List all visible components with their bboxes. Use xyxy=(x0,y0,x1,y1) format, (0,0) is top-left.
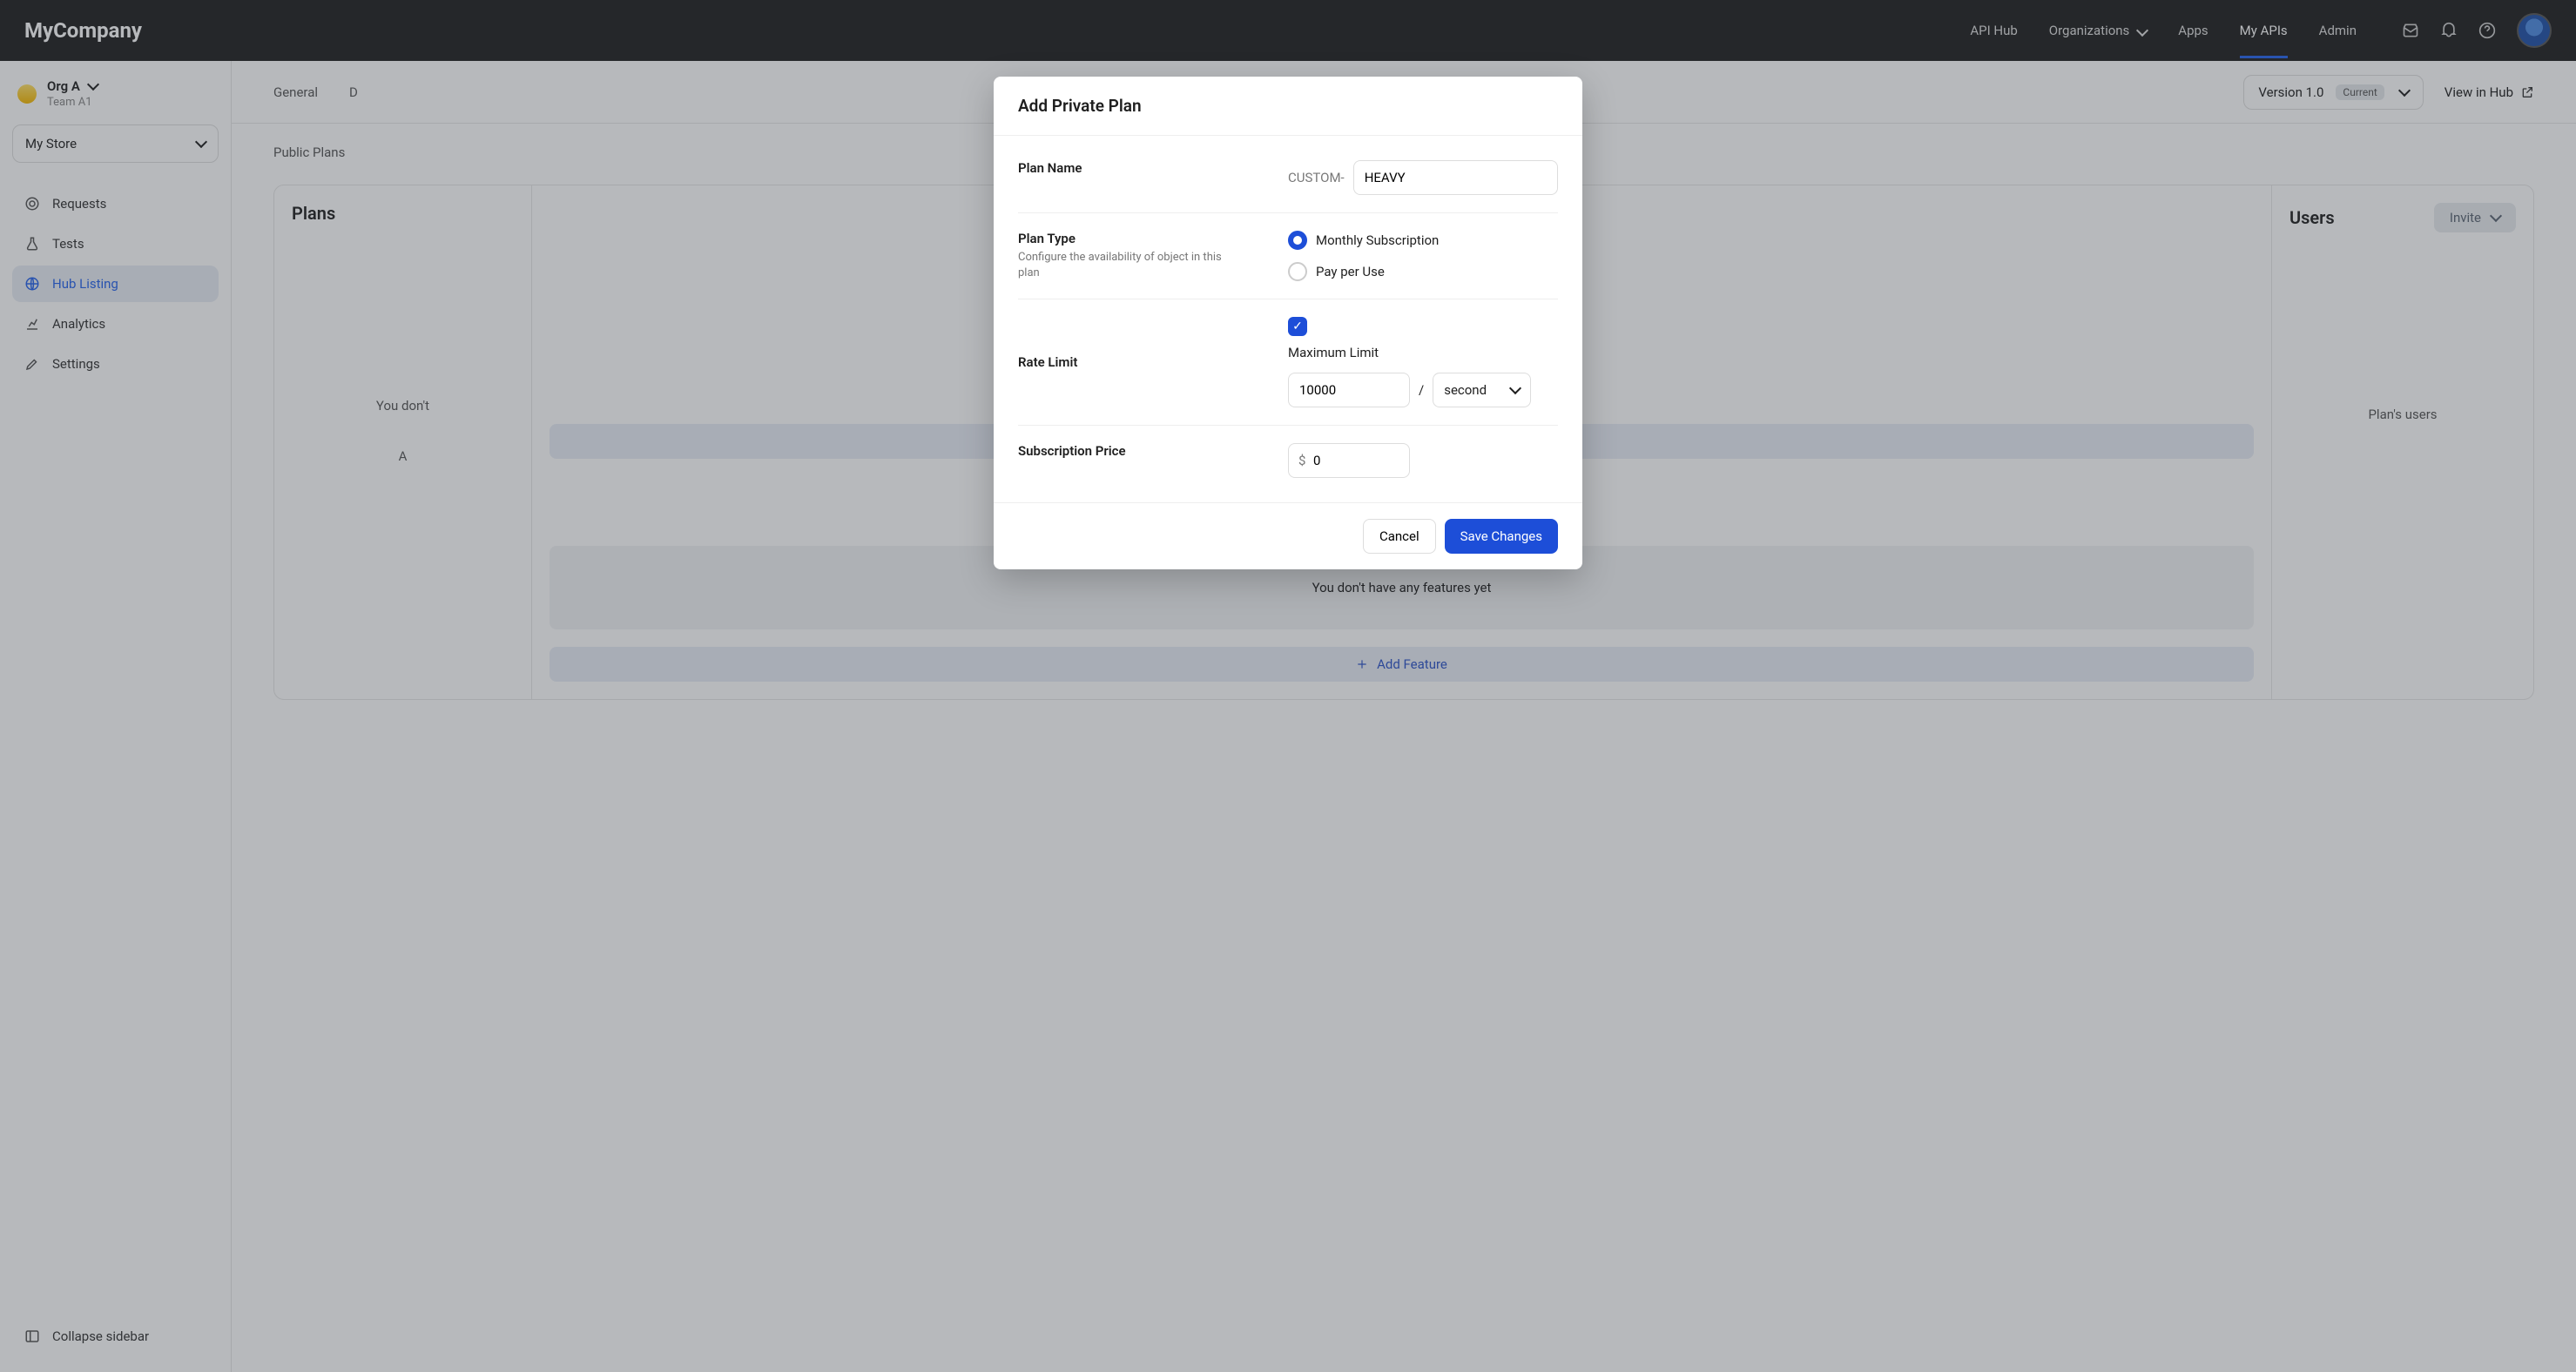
plan-name-label: Plan Name xyxy=(1018,160,1288,176)
cancel-button[interactable]: Cancel xyxy=(1363,519,1436,554)
plan-name-prefix: CUSTOM- xyxy=(1288,170,1345,185)
maximum-limit-label: Maximum Limit xyxy=(1288,345,1558,360)
rate-limit-unit-label: second xyxy=(1444,382,1487,398)
rate-limit-label: Rate Limit xyxy=(1018,354,1288,370)
rate-limit-checkbox[interactable]: ✓ xyxy=(1288,317,1307,336)
add-private-plan-modal: Add Private Plan Plan Name CUSTOM- Plan … xyxy=(994,77,1582,569)
rate-limit-separator: / xyxy=(1419,382,1424,398)
rate-limit-unit-select[interactable]: second xyxy=(1433,373,1531,407)
plan-name-input[interactable] xyxy=(1353,160,1558,195)
rate-limit-input[interactable] xyxy=(1288,373,1410,407)
check-icon: ✓ xyxy=(1292,319,1303,333)
plan-type-sublabel: Configure the availability of object in … xyxy=(1018,250,1236,281)
chevron-down-icon xyxy=(1507,382,1520,398)
radio-pay-per-use[interactable]: Pay per Use xyxy=(1288,262,1558,281)
radio-off-icon xyxy=(1288,262,1307,281)
radio-monthly-subscription[interactable]: Monthly Subscription xyxy=(1288,231,1558,250)
radio-label: Monthly Subscription xyxy=(1316,232,1439,248)
modal-title: Add Private Plan xyxy=(994,77,1582,136)
save-changes-button[interactable]: Save Changes xyxy=(1445,519,1558,554)
plan-type-label: Plan Type xyxy=(1018,231,1288,246)
modal-overlay[interactable]: Add Private Plan Plan Name CUSTOM- Plan … xyxy=(0,0,2576,1372)
radio-on-icon xyxy=(1288,231,1307,250)
subscription-price-input[interactable] xyxy=(1288,443,1410,478)
subscription-price-label: Subscription Price xyxy=(1018,443,1288,459)
radio-label: Pay per Use xyxy=(1316,264,1385,279)
